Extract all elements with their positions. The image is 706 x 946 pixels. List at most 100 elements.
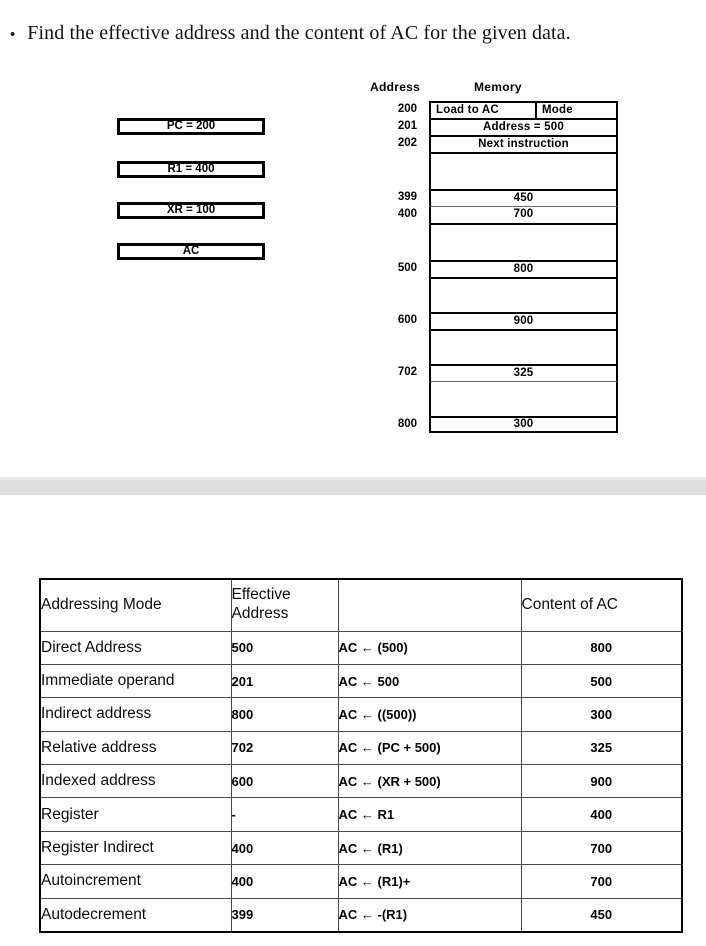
memory-opcode-text: Load to AC (436, 103, 499, 116)
memory-address-202: 202 (397, 137, 417, 149)
memory-cell-instruction: Load to AC Mode (429, 101, 618, 118)
register-box-r1: R1 = 400 (117, 161, 265, 178)
cell-effective-address: 399 (230, 897, 339, 933)
memory-address-600: 600 (397, 314, 417, 326)
cell-effective-address: 702 (230, 730, 339, 766)
table-row: Register Indirect 400 AC ← (R1) 700 (39, 830, 683, 866)
memory-cell-blank (429, 152, 618, 189)
question-bullet: • Find the effective address and the con… (10, 22, 700, 44)
cell-content-of-ac: 800 (520, 630, 683, 665)
memory-address-500: 500 (397, 262, 417, 274)
cell-content-of-ac: 400 (520, 797, 683, 832)
table-row: Relative address 702 AC ← (PC + 500) 325 (39, 730, 683, 766)
register-box-ac: AC (117, 243, 265, 260)
memory-address-200: 200 (397, 103, 417, 115)
memory-row: 201 Address = 500 (375, 118, 618, 135)
cell-effective-address: 400 (230, 830, 339, 866)
column-header-effective-address: Effective Address (230, 578, 339, 632)
cell-addressing-mode: Indirect address (39, 697, 232, 732)
memory-row: 600 900 (375, 312, 618, 329)
memory-cell: 700 (429, 206, 618, 223)
memory-cell-opcode: Load to AC (431, 103, 535, 118)
slide-separator-highlight (0, 477, 706, 480)
memory-value: 325 (513, 366, 534, 379)
memory-value: 800 (513, 262, 534, 275)
memory-cell: 900 (429, 312, 618, 329)
cell-expression: AC ← (R1)+ (337, 864, 522, 899)
memory-row: 400 700 (375, 206, 618, 223)
register-label-pc: PC = 200 (166, 119, 216, 132)
memory-address-702: 702 (397, 366, 417, 378)
memory-row-blank (375, 223, 618, 260)
register-label-r1: R1 = 400 (167, 162, 215, 175)
table-row: Immediate operand 201 AC ← 500 500 (39, 663, 683, 699)
cell-addressing-mode: Immediate operand (39, 663, 232, 699)
cell-effective-address: 600 (230, 764, 339, 799)
cell-expression: AC ← ((500)) (337, 697, 522, 732)
memory-row: 800 300 (375, 416, 618, 433)
memory-cell-blank (429, 223, 618, 260)
cell-effective-address: 201 (230, 663, 339, 699)
memory-cell-blank (429, 277, 618, 312)
memory-row-blank (375, 152, 618, 189)
cell-expression: AC ← (XR + 500) (337, 764, 522, 799)
memory-value: 450 (513, 191, 534, 204)
memory-row: 202 Next instruction (375, 135, 618, 152)
question-text: Find the effective address and the conte… (27, 22, 571, 44)
cell-effective-address: 500 (230, 630, 339, 665)
cell-addressing-mode: Autoincrement (39, 864, 232, 899)
cell-addressing-mode: Register (39, 797, 232, 832)
register-label-xr: XR = 100 (166, 203, 216, 216)
memory-row-instruction: 200 Load to AC Mode (375, 101, 618, 118)
memory-cell: 800 (429, 260, 618, 277)
memory-cell: 450 (429, 189, 618, 206)
memory-cell: Address = 500 (429, 118, 618, 135)
memory-content-column-header: Memory (474, 80, 522, 94)
memory-cell: 325 (429, 364, 618, 381)
slide-separator-band (0, 477, 706, 495)
table-row: Indirect address 800 AC ← ((500)) 300 (39, 697, 683, 732)
cell-content-of-ac: 300 (520, 697, 683, 732)
cell-expression: AC ← (500) (337, 630, 522, 665)
memory-value: Address = 500 (483, 120, 564, 133)
cell-addressing-mode: Direct Address (39, 630, 232, 665)
table-row: Indexed address 600 AC ← (XR + 500) 900 (39, 764, 683, 799)
register-box-ac-inner: AC (119, 245, 263, 258)
memory-address-201: 201 (397, 120, 417, 132)
table-row: Direct Address 500 AC ← (500) 800 (39, 630, 683, 665)
cell-expression: AC ← (R1) (337, 830, 522, 866)
cell-content-of-ac: 450 (520, 897, 683, 933)
memory-diagram: 200 Load to AC Mode 201 Address = 500 20… (375, 101, 618, 433)
cell-effective-address: - (230, 797, 339, 832)
table-row: Register - AC ← R1 400 (39, 797, 683, 832)
register-box-pc: PC = 200 (117, 118, 265, 135)
cell-expression: AC ← -(R1) (337, 897, 522, 933)
cell-effective-address: 800 (230, 697, 339, 732)
register-box-pc-inner: PC = 200 (119, 120, 263, 133)
memory-value: 300 (513, 417, 534, 430)
slide-addressing-mode-table: Addressing Mode Effective Address Conten… (0, 495, 706, 946)
memory-value: 900 (513, 314, 534, 327)
memory-cell: Next instruction (429, 135, 618, 152)
column-header-addressing-mode: Addressing Mode (39, 578, 232, 632)
memory-address-column-header: Address (370, 80, 421, 94)
memory-row: 500 800 (375, 260, 618, 277)
memory-cell-blank (429, 329, 618, 364)
memory-cell-mode: Mode (537, 103, 616, 118)
cell-addressing-mode: Relative address (39, 730, 232, 766)
memory-address-400: 400 (397, 208, 417, 220)
memory-row: 702 325 (375, 364, 618, 381)
cell-content-of-ac: 700 (520, 864, 683, 899)
memory-address-800: 800 (397, 418, 417, 430)
table-row: Autodecrement 399 AC ← -(R1) 450 (39, 897, 683, 933)
cell-content-of-ac: 500 (520, 663, 683, 699)
cell-addressing-mode: Autodecrement (39, 897, 232, 933)
column-header-expression (337, 578, 522, 632)
memory-row: 399 450 (375, 189, 618, 206)
cell-content-of-ac: 900 (520, 764, 683, 799)
memory-cell-blank (429, 381, 618, 416)
cell-content-of-ac: 700 (520, 830, 683, 866)
slide-question-and-memory: • Find the effective address and the con… (0, 0, 706, 477)
memory-address-399: 399 (397, 191, 417, 203)
column-header-content-of-ac: Content of AC (520, 578, 683, 632)
